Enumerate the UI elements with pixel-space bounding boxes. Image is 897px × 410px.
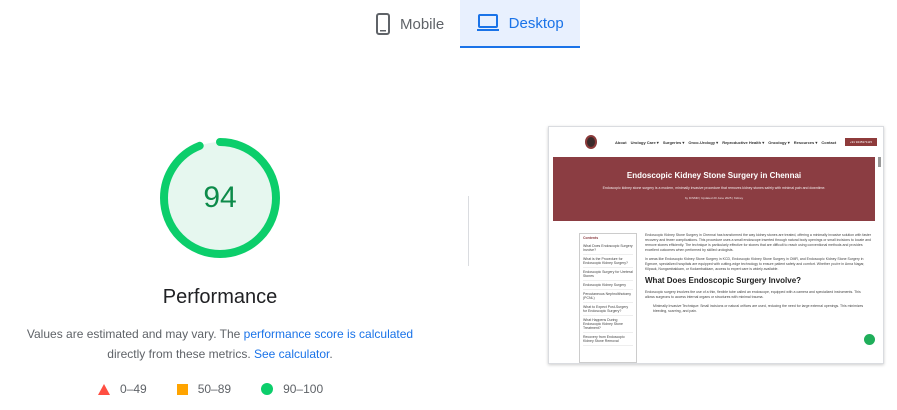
thumb-menu-item: Resources ▾ (793, 139, 818, 145)
thumb-hero-subtitle: Endoscopic kidney stone surgery is a mod… (602, 186, 826, 190)
divider (468, 196, 469, 266)
performance-gauge: 94 (160, 138, 280, 258)
thumb-menu: About Urology Care ▾ Surgeries ▾ Onco-Ur… (615, 140, 836, 145)
triangle-icon (98, 383, 110, 395)
legend-item-pass: 90–100 (261, 382, 323, 396)
thumb-heading: What Does Endoscopic Surgery Involve? (645, 276, 802, 285)
performance-title: Performance (162, 286, 278, 308)
thumb-toc-item: What is the Procedure for Endoscopic Kid… (583, 255, 633, 268)
see-calculator-link[interactable]: See calculator (254, 347, 329, 361)
device-tabs: Mobile Desktop (360, 0, 581, 48)
legend-range-pass: 90–100 (283, 382, 324, 396)
circle-icon (261, 383, 274, 395)
thumb-paragraph: Endoscopic Kidney Stone Surgery in Chenn… (645, 233, 872, 252)
square-icon (176, 383, 188, 395)
legend-item-average: 50–89 (176, 382, 232, 396)
note-middle: directly from these metrics. (107, 347, 254, 361)
thumb-toc-heading: Contents (583, 236, 599, 240)
thumb-toc-item: What Does Endoscopic Surgery Involve? (583, 242, 633, 255)
tab-desktop[interactable]: Desktop (460, 0, 581, 48)
mobile-icon (376, 13, 390, 35)
thumb-menu-item: Oncology ▾ (768, 139, 790, 145)
tab-mobile-label: Mobile (400, 15, 445, 33)
legend-item-fail: 0–49 (98, 382, 147, 396)
thumb-toc-item: Endoscopic Surgery for Ureteral Stones (583, 268, 633, 281)
thumb-paragraph: Endoscopic surgery involves the use of a… (645, 290, 861, 299)
performance-score-link[interactable]: performance score is calculated (244, 327, 413, 341)
thumb-bullet: Minimally Invasive Technique: Small inci… (653, 304, 864, 313)
legend-range-average: 50–89 (197, 382, 232, 396)
thumb-call-button: +91 9445371115 (844, 138, 877, 146)
thumb-menu-item: Surgeries ▾ (662, 139, 685, 145)
note-prefix: Values are estimated and may vary. The (26, 327, 244, 341)
thumb-toc-item: Endoscopic Kidney Surgery (583, 281, 633, 290)
thumb-menu-item: Urology Care ▾ (630, 139, 659, 145)
thumb-menu-item: Reproductive Health ▾ (722, 139, 765, 145)
thumb-navbar: About Urology Care ▾ Surgeries ▾ Onco-Ur… (549, 127, 883, 157)
score-legend: 0–49 50–89 90–100 (98, 382, 323, 396)
thumb-toc-item: Percutaneous Nephrolithotomy (PCNL) (583, 290, 633, 303)
thumb-toc-item: What Happens During Endoscopic Kidney St… (583, 316, 633, 333)
thumb-menu-item: About (615, 139, 627, 145)
tab-desktop-label: Desktop (508, 14, 564, 32)
thumb-scrollbar (878, 157, 881, 167)
thumb-article: Endoscopic Kidney Stone Surgery in Chenn… (645, 233, 871, 318)
whatsapp-icon (864, 334, 875, 345)
thumb-menu-item: Onco-Urology ▾ (688, 139, 719, 145)
thumb-hero-title: Endoscopic Kidney Stone Surgery in Chenn… (626, 171, 802, 180)
thumb-hero-meta: by DrSMR | Updated 20 June 2025 | Kidney (684, 196, 744, 200)
desktop-icon (476, 14, 499, 32)
performance-note: Values are estimated and may vary. The p… (20, 324, 420, 364)
thumb-toc-item: Recovery from Endoscopic Kidney Stone Re… (583, 333, 633, 346)
site-logo (585, 135, 597, 149)
performance-score: 94 (203, 181, 237, 214)
note-suffix: . (329, 347, 333, 361)
thumb-menu-item: Contact (821, 139, 837, 145)
thumb-paragraph: In areas like Endoscopic Kidney Stone Su… (645, 257, 865, 271)
legend-range-fail: 0–49 (120, 382, 147, 396)
thumb-toc-item: What to Expect Post-Surgery for Endoscop… (583, 303, 633, 316)
thumb-hero: Endoscopic Kidney Stone Surgery in Chenn… (553, 157, 875, 221)
page-screenshot[interactable]: About Urology Care ▾ Surgeries ▾ Onco-Ur… (548, 126, 884, 364)
thumb-toc: Contents What Does Endoscopic Surgery In… (579, 233, 637, 363)
tab-mobile[interactable]: Mobile (360, 0, 460, 48)
